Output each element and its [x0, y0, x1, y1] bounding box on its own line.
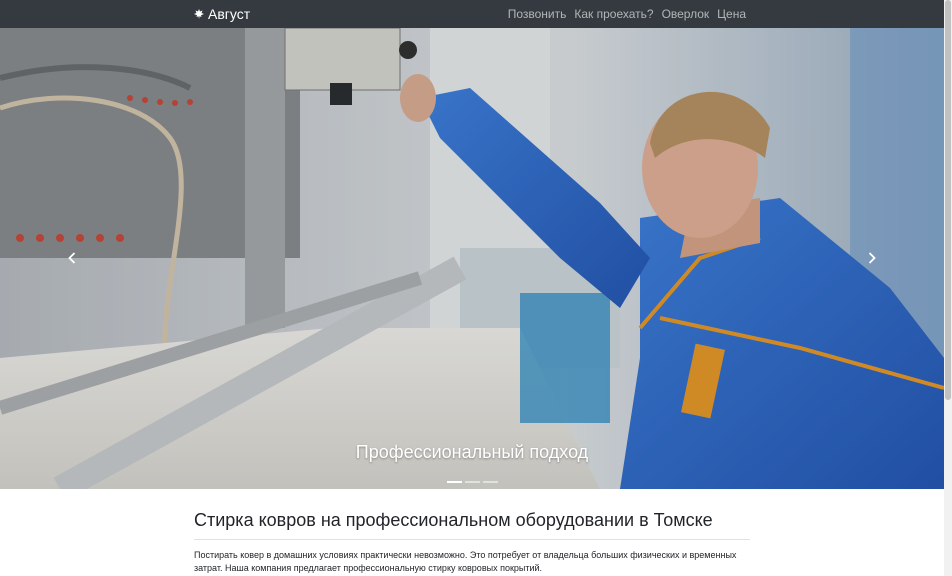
scrollbar-thumb[interactable] [945, 0, 951, 400]
main-content: Стирка ковров на профессиональном оборуд… [194, 510, 750, 574]
hero-carousel: Профессиональный подход [0, 28, 944, 489]
page-scrollbar[interactable] [944, 0, 952, 576]
brand-link[interactable]: Август [194, 0, 250, 28]
navbar: Август Позвонить Как проехать? Оверлок Ц… [0, 0, 944, 28]
nav-link-overlock[interactable]: Оверлок [662, 7, 710, 21]
chevron-left-icon [68, 252, 76, 264]
chevron-right-icon [868, 252, 876, 264]
carousel-indicators [0, 481, 944, 483]
carousel-prev-button[interactable] [62, 247, 82, 269]
carousel-indicator-3[interactable] [482, 481, 498, 483]
carousel-indicator-2[interactable] [464, 481, 480, 483]
page-title: Стирка ковров на профессиональном оборуд… [194, 510, 713, 530]
leaf-icon [194, 9, 204, 19]
nav-link-directions[interactable]: Как проехать? [574, 7, 653, 21]
carousel-caption: Профессиональный подход [355, 442, 589, 462]
nav-links: Позвонить Как проехать? Оверлок Цена [508, 0, 746, 28]
carousel-overlay [0, 28, 944, 489]
nav-link-call[interactable]: Позвонить [508, 7, 567, 21]
brand-label: Август [208, 6, 251, 22]
carousel-indicator-1[interactable] [446, 481, 462, 483]
carousel-next-button[interactable] [862, 247, 882, 269]
divider [194, 539, 750, 540]
intro-paragraph: Постирать ковер в домашних условиях прак… [194, 550, 737, 573]
nav-link-price[interactable]: Цена [717, 7, 746, 21]
